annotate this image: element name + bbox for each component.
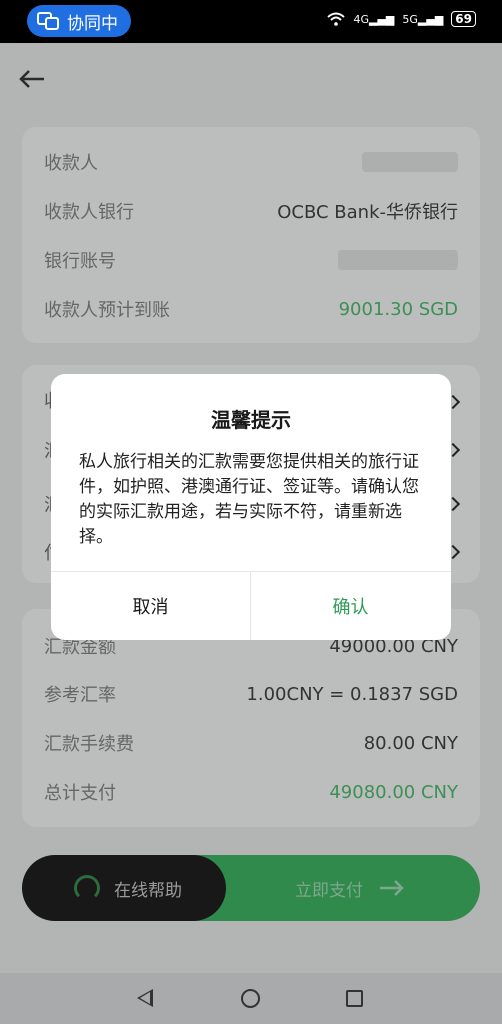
dialog-message: 私人旅行相关的汇款需要您提供相关的旅行证件，如护照、港澳通行证、签证等。请确认您… — [79, 452, 419, 547]
rate-label: 参考汇率 — [44, 685, 116, 706]
online-help-button[interactable]: 在线帮助 — [22, 855, 226, 921]
system-nav-bar — [0, 973, 502, 1024]
status-bar: 协同中 4G▂▄▆ 5G▂▄▆ 69 — [0, 0, 502, 43]
payee-card: 收款人 收款人银行 OCBC Bank-华侨银行 银行账号 收款人预计到账 90… — [22, 127, 480, 343]
headset-icon — [74, 875, 100, 901]
signal-4g-icon: 4G▂▄▆ — [353, 12, 395, 26]
payee-label: 收款人 — [44, 153, 98, 174]
rate-value: 1.00CNY = 0.1837 SGD — [246, 683, 458, 705]
nav-back-icon[interactable] — [137, 989, 153, 1007]
amounts-card: 汇款金额 49000.00 CNY 参考汇率 1.00CNY = 0.1837 … — [22, 609, 480, 827]
account-number-masked — [338, 250, 458, 270]
status-icons: 4G▂▄▆ 5G▂▄▆ 69 — [327, 11, 476, 27]
confirm-button[interactable]: 确认 — [251, 572, 450, 640]
total-label: 总计支付 — [44, 783, 116, 804]
collaboration-indicator[interactable]: 协同中 — [27, 5, 131, 37]
back-arrow-icon[interactable] — [18, 67, 46, 91]
online-help-label: 在线帮助 — [114, 880, 182, 901]
expected-row: 收款人预计到账 9001.30 SGD — [44, 294, 458, 324]
wifi-icon — [327, 12, 346, 26]
arrow-right-icon — [380, 880, 404, 896]
bank-value: OCBC Bank-华侨银行 — [277, 202, 458, 223]
signal-5g-icon: 5G▂▄▆ — [402, 12, 444, 26]
bank-row: 收款人银行 OCBC Bank-华侨银行 — [44, 196, 458, 226]
fee-row: 汇款手续费 80.00 CNY — [44, 728, 458, 758]
bank-label: 收款人银行 — [44, 202, 134, 223]
notice-dialog: 温馨提示 私人旅行相关的汇款需要您提供相关的旅行证件，如护照、港澳通行证、签证等… — [51, 374, 451, 640]
fee-value: 80.00 CNY — [363, 732, 458, 754]
account-row: 银行账号 — [44, 245, 458, 275]
nav-home-icon[interactable] — [241, 989, 260, 1008]
multi-screen-icon — [37, 12, 59, 30]
total-value: 49080.00 CNY — [329, 781, 458, 803]
nav-recents-icon[interactable] — [346, 990, 363, 1007]
dialog-title: 温馨提示 — [211, 408, 291, 432]
rate-row: 参考汇率 1.00CNY = 0.1837 SGD — [44, 679, 458, 709]
expected-label: 收款人预计到账 — [44, 300, 170, 321]
cancel-button[interactable]: 取消 — [51, 572, 250, 640]
total-row: 总计支付 49080.00 CNY — [44, 777, 458, 807]
payee-row: 收款人 — [44, 147, 458, 177]
account-label: 银行账号 — [44, 251, 116, 272]
payee-name-masked — [362, 152, 458, 172]
pay-now-label: 立即支付 — [295, 880, 363, 901]
collaboration-label: 协同中 — [67, 13, 118, 34]
expected-value: 9001.30 SGD — [338, 298, 458, 320]
battery-icon: 69 — [451, 11, 476, 27]
fee-label: 汇款手续费 — [44, 734, 134, 755]
